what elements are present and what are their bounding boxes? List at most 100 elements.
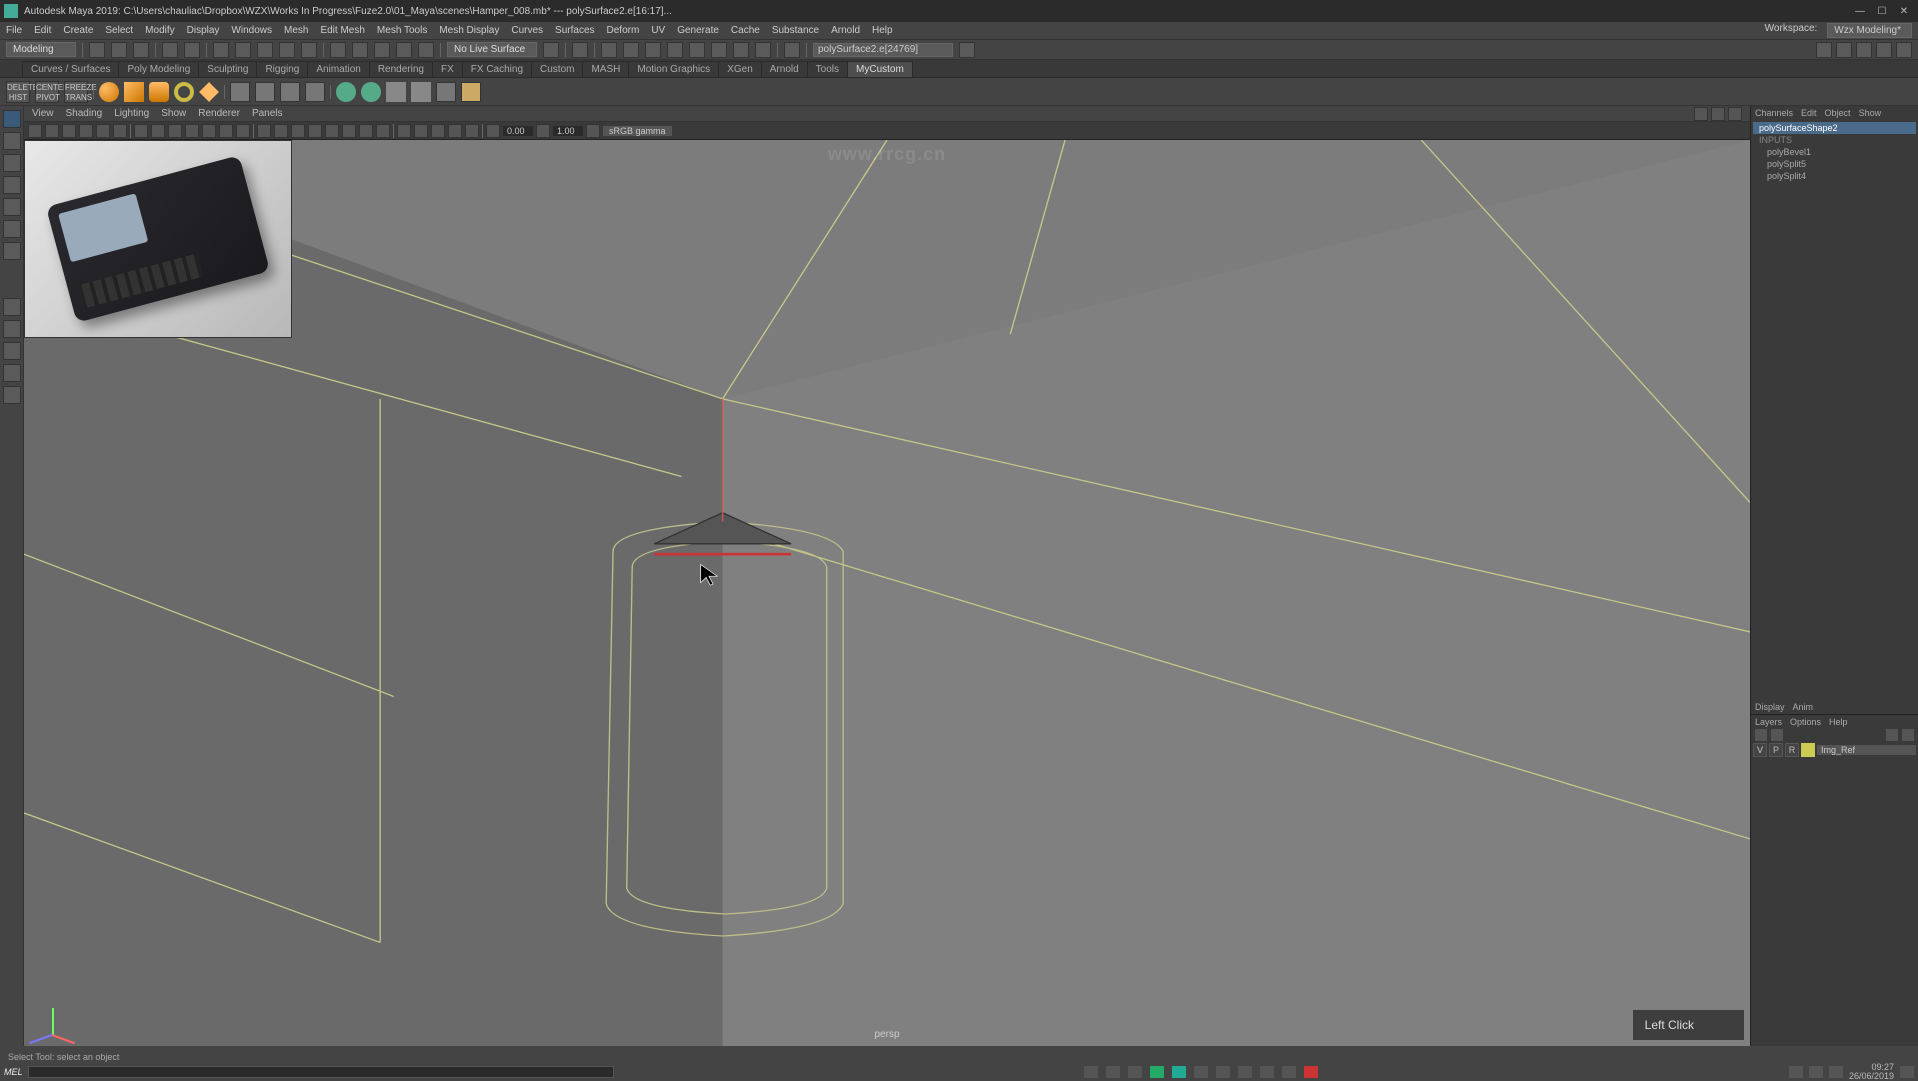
layer-row[interactable]: V P R Img_Ref bbox=[1751, 742, 1918, 758]
shelf-tab-poly-modeling[interactable]: Poly Modeling bbox=[118, 61, 199, 77]
exposure-icon[interactable] bbox=[486, 124, 500, 138]
layer-name[interactable]: Img_Ref bbox=[1817, 745, 1916, 755]
playback-prev-icon[interactable] bbox=[623, 42, 639, 58]
menu-curves[interactable]: Curves bbox=[511, 25, 543, 36]
select-mask-icon[interactable] bbox=[235, 42, 251, 58]
shelf-center-pivot-button[interactable]: CENTER PIVOT bbox=[35, 81, 59, 103]
view-transform-icon[interactable] bbox=[586, 124, 600, 138]
panel-menu-renderer[interactable]: Renderer bbox=[198, 108, 240, 119]
panel-menu-shading[interactable]: Shading bbox=[66, 108, 103, 119]
exposure-value[interactable]: 0.00 bbox=[503, 126, 533, 136]
snap-point-icon[interactable] bbox=[374, 42, 390, 58]
snap-curve-icon[interactable] bbox=[352, 42, 368, 58]
image-plane-icon[interactable] bbox=[79, 124, 93, 138]
poly-sphere-icon[interactable] bbox=[99, 82, 119, 102]
shelf-tab-arnold[interactable]: Arnold bbox=[761, 61, 808, 77]
move-tool-icon[interactable] bbox=[3, 176, 21, 194]
menu-modify[interactable]: Modify bbox=[145, 25, 174, 36]
layer-color-swatch[interactable] bbox=[1801, 743, 1815, 757]
panel-menu-panels[interactable]: Panels bbox=[252, 108, 283, 119]
channel-tab-show[interactable]: Show bbox=[1859, 108, 1882, 118]
toggle-ui-icon[interactable] bbox=[1896, 42, 1912, 58]
menu-arnold[interactable]: Arnold bbox=[831, 25, 860, 36]
menu-display[interactable]: Display bbox=[187, 25, 220, 36]
shelf-freeze-transforms-button[interactable]: FREEZE TRANS bbox=[64, 81, 88, 103]
tray-volume-icon[interactable] bbox=[1829, 1066, 1843, 1078]
minimize-button[interactable]: — bbox=[1850, 4, 1870, 18]
grid-toggle-icon[interactable] bbox=[134, 124, 148, 138]
playback-next-icon[interactable] bbox=[667, 42, 683, 58]
paint-select-tool-icon[interactable] bbox=[3, 154, 21, 172]
shelf-tab-motion-graphics[interactable]: Motion Graphics bbox=[628, 61, 719, 77]
channel-tab-channels[interactable]: Channels bbox=[1755, 108, 1793, 118]
select-mask-icon[interactable] bbox=[279, 42, 295, 58]
menu-surfaces[interactable]: Surfaces bbox=[555, 25, 594, 36]
layer-menu-layers[interactable]: Layers bbox=[1755, 717, 1782, 727]
shelf-delete-history-button[interactable]: DELETE HIST bbox=[6, 81, 30, 103]
maximize-button[interactable]: ☐ bbox=[1872, 4, 1892, 18]
symmetry-toggle-icon[interactable] bbox=[3, 320, 21, 338]
xray-icon[interactable] bbox=[359, 124, 373, 138]
lasso-tool-icon[interactable] bbox=[3, 132, 21, 150]
scale-tool-icon[interactable] bbox=[3, 220, 21, 238]
layer-move-down-icon[interactable] bbox=[1771, 729, 1783, 741]
shelf-tab-animation[interactable]: Animation bbox=[307, 61, 369, 77]
menu-help[interactable]: Help bbox=[872, 25, 893, 36]
marketplace-icon[interactable] bbox=[1836, 42, 1852, 58]
taskbar-chrome-icon[interactable] bbox=[1106, 1066, 1120, 1078]
tray-notifications-icon[interactable] bbox=[1900, 1066, 1914, 1078]
workspace-selector[interactable]: Wzx Modeling* bbox=[1827, 23, 1912, 38]
shelf-tab-mash[interactable]: MASH bbox=[582, 61, 629, 77]
menu-edit-mesh[interactable]: Edit Mesh bbox=[320, 25, 364, 36]
shelf-bevel-icon[interactable] bbox=[436, 82, 456, 102]
shelf-tab-rigging[interactable]: Rigging bbox=[256, 61, 308, 77]
menu-windows[interactable]: Windows bbox=[231, 25, 272, 36]
live-surface-field[interactable]: No Live Surface bbox=[447, 42, 537, 57]
render-icon[interactable] bbox=[784, 42, 800, 58]
layout-four-icon[interactable] bbox=[3, 364, 21, 382]
shadows-icon[interactable] bbox=[325, 124, 339, 138]
account-icon[interactable] bbox=[1816, 42, 1832, 58]
layer-menu-help[interactable]: Help bbox=[1829, 717, 1848, 727]
panel-restore-icon[interactable] bbox=[1694, 107, 1708, 121]
layer-new-selected-icon[interactable] bbox=[1902, 729, 1914, 741]
menu-generate[interactable]: Generate bbox=[677, 25, 719, 36]
taskbar-zbrush-icon[interactable] bbox=[1194, 1066, 1208, 1078]
taskbar-photoshop-icon[interactable] bbox=[1150, 1066, 1164, 1078]
taskbar-substance-icon[interactable] bbox=[1216, 1066, 1230, 1078]
rotate-tool-icon[interactable] bbox=[3, 198, 21, 216]
panel-menu-view[interactable]: View bbox=[32, 108, 54, 119]
layer-tab-display[interactable]: Display bbox=[1755, 702, 1785, 712]
poly-torus-icon[interactable] bbox=[174, 82, 194, 102]
menu-create[interactable]: Create bbox=[63, 25, 93, 36]
live-toggle-icon[interactable] bbox=[543, 42, 559, 58]
panel-pin-icon[interactable] bbox=[1711, 107, 1725, 121]
menu-file[interactable]: File bbox=[6, 25, 22, 36]
view-transform-selector[interactable]: sRGB gamma bbox=[603, 126, 672, 136]
snap-live-icon[interactable] bbox=[418, 42, 434, 58]
shelf-tab-tools[interactable]: Tools bbox=[807, 61, 848, 77]
layer-tab-anim[interactable]: Anim bbox=[1793, 702, 1814, 712]
motionblur-icon[interactable] bbox=[431, 124, 445, 138]
taskbar-maya-icon[interactable] bbox=[1172, 1066, 1186, 1078]
shelf-tab-custom[interactable]: Custom bbox=[531, 61, 583, 77]
dof-icon[interactable] bbox=[465, 124, 479, 138]
taskbar-pureref-icon[interactable] bbox=[1260, 1066, 1274, 1078]
layer-reference-toggle[interactable]: R bbox=[1785, 743, 1799, 757]
safe-action-icon[interactable] bbox=[219, 124, 233, 138]
new-scene-icon[interactable] bbox=[89, 42, 105, 58]
tray-network-icon[interactable] bbox=[1809, 1066, 1823, 1078]
shelf-tab-fx[interactable]: FX bbox=[432, 61, 463, 77]
panel-menu-show[interactable]: Show bbox=[161, 108, 186, 119]
open-scene-icon[interactable] bbox=[111, 42, 127, 58]
resolution-gate-icon[interactable] bbox=[168, 124, 182, 138]
ao-icon[interactable] bbox=[414, 124, 428, 138]
snap-plane-icon[interactable] bbox=[396, 42, 412, 58]
camera-bookmark-icon[interactable] bbox=[62, 124, 76, 138]
taskbar-spotify-icon[interactable] bbox=[1128, 1066, 1142, 1078]
symmetry-icon[interactable] bbox=[572, 42, 588, 58]
layer-visibility-toggle[interactable]: V bbox=[1753, 743, 1767, 757]
toggle-ui-icon[interactable] bbox=[1856, 42, 1872, 58]
2d-pan-icon[interactable] bbox=[96, 124, 110, 138]
redo-icon[interactable] bbox=[184, 42, 200, 58]
